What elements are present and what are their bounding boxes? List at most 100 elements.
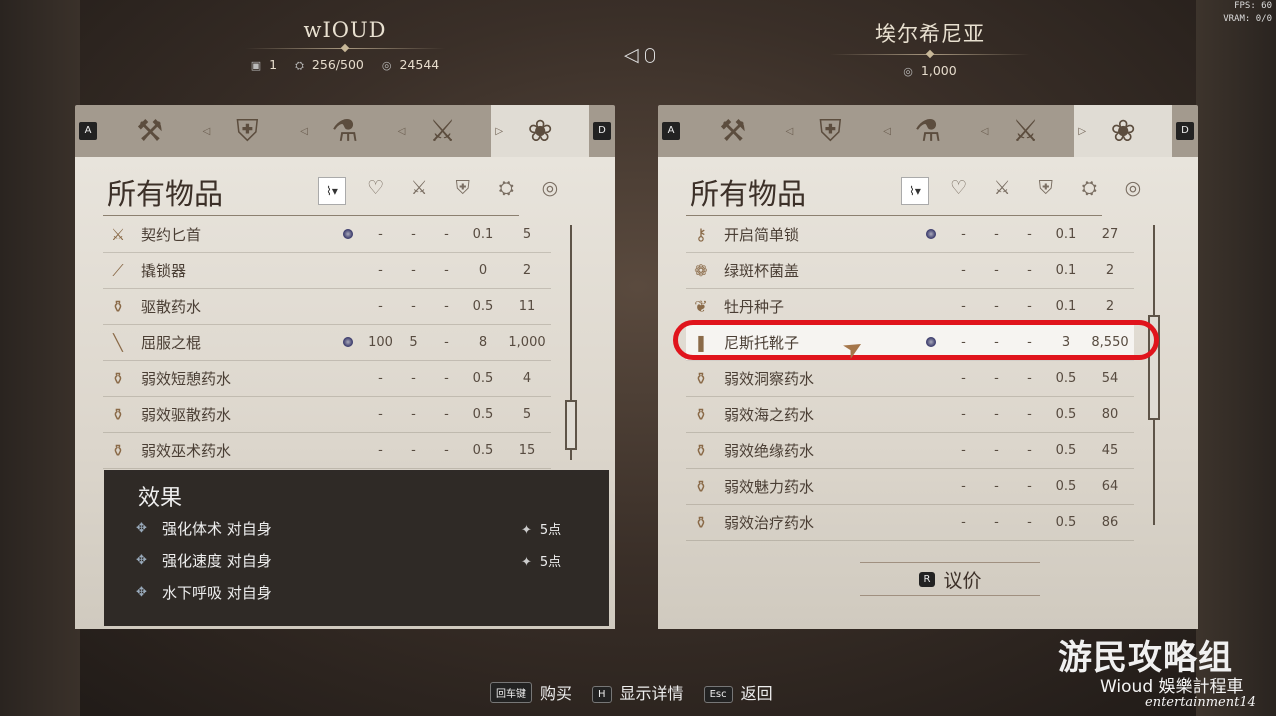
item-health: - xyxy=(961,407,966,422)
scrollbar-thumb[interactable] xyxy=(565,400,577,450)
magicka-icon: ✦ xyxy=(521,522,532,538)
item-health: - xyxy=(378,443,383,458)
tab-arrow-icon: ◁ xyxy=(202,125,211,137)
item-name: 弱效海之药水 xyxy=(724,406,815,424)
item-row[interactable]: ⚱ 弱效海之药水 - - - 0.5 80 xyxy=(686,397,1134,433)
item-row[interactable]: ⚱ 驱散药水 - - - 0.5 11 xyxy=(103,289,551,325)
tab-alchemy[interactable]: ◁ ⚗ xyxy=(296,105,394,157)
scrollbar[interactable] xyxy=(563,225,579,460)
tab-arrow-icon: ◁ xyxy=(300,125,308,137)
tab-all-items[interactable]: ▷ ❀ xyxy=(491,105,589,157)
hint-buy[interactable]: 回车键 购买 xyxy=(490,680,572,704)
arrow-left-icon[interactable]: ◁ xyxy=(624,44,639,66)
player-money: 24544 xyxy=(399,57,440,72)
merchant-money: 1,000 xyxy=(920,63,957,78)
item-armor: - xyxy=(444,299,449,314)
weight-icon[interactable]: ⛭ xyxy=(1075,177,1103,205)
item-value: 15 xyxy=(518,443,536,458)
item-value: 2 xyxy=(522,263,532,278)
item-armor: - xyxy=(444,335,449,350)
player-weight: 256/500 xyxy=(311,57,364,72)
tab-next-key[interactable]: D xyxy=(1175,122,1194,140)
sort-type-icon[interactable]: ⌇▾ xyxy=(318,177,346,205)
panel-title: 所有物品 xyxy=(690,177,807,211)
item-row[interactable]: ⚱ 弱效治疗药水 - - - 0.5 86 xyxy=(686,505,1134,541)
tab-prev-key[interactable]: A xyxy=(79,122,97,140)
item-health: - xyxy=(378,407,383,422)
item-health: - xyxy=(961,443,966,458)
coin-icon: ◎ xyxy=(903,65,913,78)
item-name: 弱效短憩药水 xyxy=(141,370,232,388)
hint-label: 显示详情 xyxy=(619,684,684,703)
item-row[interactable]: ⚔ 契约匕首 - - - 0.1 5 xyxy=(103,217,551,253)
item-weight: 0.5 xyxy=(472,407,494,422)
heart-icon[interactable]: ♡ xyxy=(945,177,973,205)
item-value: 11 xyxy=(518,299,536,314)
item-row[interactable]: ⚷ 开启简单锁 - - - 0.1 27 xyxy=(686,217,1134,253)
heart-icon[interactable]: ♡ xyxy=(362,177,390,205)
tab-prev-key[interactable]: A xyxy=(662,122,680,140)
item-name: 弱效绝缘药水 xyxy=(724,442,815,460)
column-headers: ⌇▾ ♡ ⚔ ⛨ ⛭ ◎ xyxy=(318,177,564,205)
hint-back[interactable]: Esc 返回 xyxy=(703,680,773,704)
item-name: 驱散药水 xyxy=(141,298,202,316)
item-weight: 0.5 xyxy=(1055,443,1077,458)
coin-icon[interactable]: ◎ xyxy=(1119,177,1147,205)
item-armor: - xyxy=(1027,299,1032,314)
item-row[interactable]: ❁ 绿斑杯菌盖 - - - 0.1 2 xyxy=(686,253,1134,289)
sword-icon[interactable]: ⚔ xyxy=(988,177,1016,205)
item-row[interactable]: ⚱ 弱效驱散药水 - - - 0.5 5 xyxy=(103,397,551,433)
tab-weapons[interactable]: ⚒ xyxy=(101,105,199,157)
item-row[interactable]: ⟋ 撬锁器 - - - 0 2 xyxy=(103,253,551,289)
hint-details[interactable]: H 显示详情 xyxy=(592,680,684,704)
item-health: - xyxy=(378,263,383,278)
weight-icon[interactable]: ⛭ xyxy=(492,177,520,205)
switch-panel-control[interactable]: ◁ xyxy=(624,44,655,66)
item-row[interactable]: ╲ 屈服之棍 100 5 - 8 1,000 xyxy=(103,325,551,361)
herb-icon: ❀ xyxy=(527,113,553,149)
fps-label: FPS: 60 xyxy=(1234,1,1272,11)
item-damage: - xyxy=(994,299,999,314)
tab-alchemy[interactable]: ◁ ⚗ xyxy=(879,105,977,157)
sword-icon[interactable]: ⚔ xyxy=(405,177,433,205)
effects-tooltip: 效果 ✥ 强化体术 对自身 ✦ 5点 ✥ 强化速度 对自身 ✦ 5点 ✥ 水下呼吸 … xyxy=(104,470,609,626)
tab-next-key[interactable]: D xyxy=(592,122,611,140)
tab-tools[interactable]: ◁ ⚔ xyxy=(394,105,492,157)
item-armor: - xyxy=(1027,443,1032,458)
tab-weapons[interactable]: ⚒ xyxy=(684,105,782,157)
armor-icon[interactable]: ⛨ xyxy=(1032,177,1060,205)
tools-icon: ⚔ xyxy=(1012,113,1040,149)
item-damage: - xyxy=(994,479,999,494)
coin-icon[interactable]: ◎ xyxy=(536,177,564,205)
item-row[interactable]: ⚱ 弱效巫术药水 - - - 0.5 15 xyxy=(103,433,551,469)
item-status xyxy=(331,335,364,350)
staff-icon: ╲ xyxy=(113,333,123,352)
lockpick-icon: ⟋ xyxy=(112,260,124,280)
merchant-name: 埃尔希尼亚 xyxy=(875,22,985,46)
item-health: - xyxy=(961,227,966,242)
item-value: 54 xyxy=(1101,371,1119,386)
potion-icon: ⚱ xyxy=(694,369,708,388)
item-armor: - xyxy=(1027,407,1032,422)
bargain-button[interactable]: R 议价 xyxy=(860,562,1040,596)
armor-icon[interactable]: ⛨ xyxy=(449,177,477,205)
scrollbar[interactable] xyxy=(1146,225,1162,525)
item-name: 牡丹种子 xyxy=(724,298,785,316)
tab-tools[interactable]: ◁ ⚔ xyxy=(977,105,1075,157)
item-row[interactable]: ⚱ 弱效洞察药水 - - - 0.5 54 xyxy=(686,361,1134,397)
tab-armor[interactable]: ◁ ⛨ xyxy=(782,105,880,157)
item-name: 绿斑杯菌盖 xyxy=(724,262,800,280)
watermark-sub: Wioud 娛樂計程車 xyxy=(1100,677,1244,697)
item-row[interactable]: ⚱ 弱效魅力药水 - - - 0.5 64 xyxy=(686,469,1134,505)
item-row[interactable]: ⚱ 弱效短憩药水 - - - 0.5 4 xyxy=(103,361,551,397)
item-row[interactable]: ⚱ 弱效绝缘药水 - - - 0.5 45 xyxy=(686,433,1134,469)
item-armor: - xyxy=(1027,371,1032,386)
tab-armor[interactable]: ◁ ⛨ xyxy=(199,105,297,157)
potion-icon: ⚱ xyxy=(111,405,125,424)
sort-type-icon[interactable]: ⌇▾ xyxy=(901,177,929,205)
shield-icon: ⛨ xyxy=(819,113,842,149)
tab-all-items[interactable]: ▷ ❀ xyxy=(1074,105,1172,157)
item-damage: - xyxy=(411,443,416,458)
item-weight: 0.5 xyxy=(1055,515,1077,530)
item-name: 弱效魅力药水 xyxy=(724,478,815,496)
